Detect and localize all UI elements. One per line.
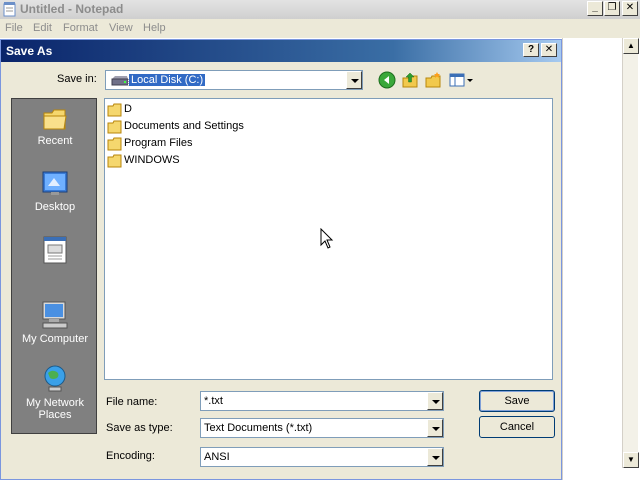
menu-view[interactable]: View bbox=[109, 22, 133, 34]
back-icon[interactable] bbox=[378, 71, 396, 89]
folder-icon bbox=[107, 103, 122, 117]
save-in-value: Local Disk (C:) bbox=[127, 73, 207, 87]
file-item-label: D bbox=[124, 103, 132, 115]
place-my-computer[interactable]: My Computer bbox=[12, 299, 98, 345]
notepad-menu-bar: File Edit Format View Help bbox=[0, 19, 640, 38]
menu-edit[interactable]: Edit bbox=[33, 22, 52, 34]
new-folder-icon[interactable] bbox=[424, 71, 442, 89]
save-button[interactable]: Save bbox=[479, 390, 555, 412]
scroll-down-button[interactable]: ▼ bbox=[623, 452, 639, 468]
file-name-label: File name: bbox=[106, 396, 158, 408]
file-item-label: Documents and Settings bbox=[124, 120, 244, 132]
folder-icon bbox=[107, 154, 122, 168]
notepad-icon bbox=[3, 2, 16, 17]
dialog-title: Save As bbox=[6, 44, 53, 58]
file-name-field[interactable]: *.txt bbox=[200, 391, 444, 411]
save-as-type-value: Text Documents (*.txt) bbox=[204, 422, 313, 434]
notepad-title: Untitled - Notepad bbox=[20, 2, 124, 16]
recent-folder-icon bbox=[43, 109, 67, 130]
place-recent[interactable]: Recent bbox=[12, 105, 98, 147]
place-recent-label: Recent bbox=[37, 135, 73, 147]
encoding-value: ANSI bbox=[204, 451, 230, 463]
views-menu-icon[interactable] bbox=[449, 71, 475, 89]
dialog-close-button[interactable]: ✕ bbox=[541, 43, 557, 57]
chevron-down-icon[interactable] bbox=[346, 71, 362, 89]
file-item-label: Program Files bbox=[124, 137, 193, 149]
place-network-label: My Network Places bbox=[25, 397, 85, 421]
place-my-computer-label: My Computer bbox=[21, 333, 89, 345]
notepad-title-bar[interactable]: Untitled - Notepad _ ❐ ✕ bbox=[0, 0, 640, 19]
folder-icon bbox=[107, 137, 122, 151]
save-in-combo[interactable]: Local Disk (C:) bbox=[105, 70, 363, 90]
desktop-icon bbox=[42, 171, 68, 195]
minimize-button[interactable]: _ bbox=[587, 1, 603, 16]
place-my-documents[interactable] bbox=[12, 235, 98, 267]
save-as-dialog: Save As ? ✕ Save in: Local Disk (C:) Rec… bbox=[0, 39, 562, 480]
chevron-down-icon[interactable] bbox=[427, 448, 443, 466]
save-as-type-label: Save as type: bbox=[106, 422, 173, 434]
folder-icon bbox=[107, 120, 122, 134]
notepad-vertical-scrollbar[interactable]: ▲ ▼ bbox=[622, 38, 639, 468]
notepad-edit-frame bbox=[562, 38, 622, 480]
save-as-type-select[interactable]: Text Documents (*.txt) bbox=[200, 418, 444, 438]
mouse-cursor-icon bbox=[320, 228, 334, 249]
menu-help[interactable]: Help bbox=[143, 22, 166, 34]
scroll-up-button[interactable]: ▲ bbox=[623, 38, 639, 54]
help-button[interactable]: ? bbox=[523, 43, 539, 57]
menu-format[interactable]: Format bbox=[63, 22, 98, 34]
file-name-value: *.txt bbox=[204, 395, 223, 407]
my-documents-icon bbox=[43, 236, 67, 264]
my-computer-icon bbox=[42, 301, 68, 329]
cancel-button[interactable]: Cancel bbox=[479, 416, 555, 438]
file-item-label: WINDOWS bbox=[124, 154, 180, 166]
encoding-select[interactable]: ANSI bbox=[200, 447, 444, 467]
save-in-label: Save in: bbox=[57, 73, 97, 85]
up-folder-icon[interactable] bbox=[401, 71, 419, 89]
chevron-down-icon[interactable] bbox=[427, 419, 443, 437]
places-bar: Recent Desktop My Computer My Network Pl… bbox=[11, 98, 97, 434]
maximize-button[interactable]: ❐ bbox=[604, 1, 620, 16]
menu-file[interactable]: File bbox=[5, 22, 23, 34]
place-desktop[interactable]: Desktop bbox=[12, 169, 98, 213]
dialog-title-bar[interactable]: Save As ? ✕ bbox=[1, 40, 561, 62]
network-places-icon bbox=[44, 365, 66, 392]
close-button[interactable]: ✕ bbox=[622, 1, 638, 16]
place-desktop-label: Desktop bbox=[34, 201, 76, 213]
encoding-label: Encoding: bbox=[106, 450, 155, 462]
place-network[interactable]: My Network Places bbox=[12, 363, 98, 421]
chevron-down-icon[interactable] bbox=[427, 392, 443, 410]
local-disk-icon bbox=[111, 76, 129, 86]
